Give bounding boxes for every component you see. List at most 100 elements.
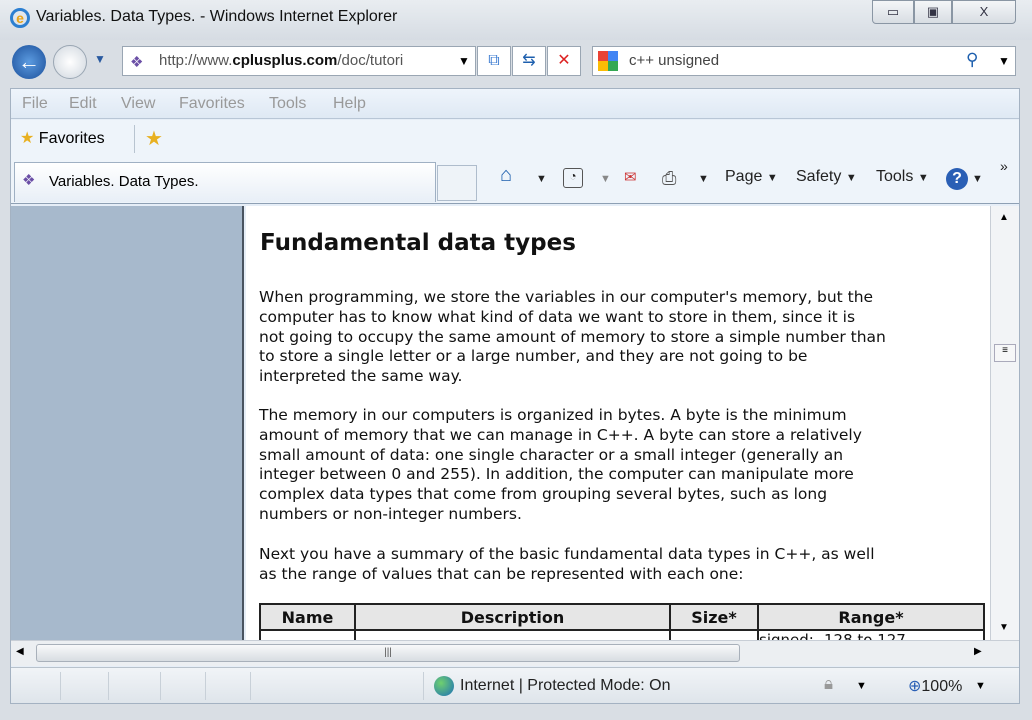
search-icon[interactable]: ⚲ [966,50,978,70]
text-line: integer between 0 and 255). In addition,… [259,465,854,484]
help-dropdown[interactable]: ▼ [972,173,983,185]
zoom-level-button[interactable]: ⊕100% [908,676,962,696]
protected-mode-dropdown[interactable]: ▼ [856,680,867,692]
google-logo-icon [598,51,618,71]
scroll-up-arrow[interactable]: ▲ [999,212,1009,223]
page-heading: Fundamental data types [260,230,576,256]
search-input[interactable]: c++ unsigned [592,46,1016,76]
menu-tools[interactable]: Tools [269,95,306,113]
text-line: to store a single letter or a large numb… [259,347,808,366]
search-options-dropdown[interactable]: ▼ [998,54,1010,68]
tab-favicon-icon: ❖ [22,172,36,189]
table-cell [259,629,356,640]
tab-variables-data-types[interactable]: Variables. Data Types. [14,162,436,202]
add-to-favorites-bar-icon[interactable]: ★ [145,126,163,151]
minimize-button[interactable]: ▭ [872,0,914,24]
scroll-left-arrow[interactable]: ◀ [16,646,24,657]
back-button[interactable]: ← [12,45,46,79]
menu-bar [11,89,1019,119]
table-cell-range: signed: -128 to 127 [757,629,985,640]
divider [60,672,61,700]
address-bar[interactable]: http://www.cplusplus.com/doc/tutori [122,46,476,76]
table-cell [669,629,759,640]
search-value: c++ unsigned [629,52,720,69]
page-sidebar [11,206,244,640]
new-tab-button[interactable] [437,165,477,201]
divider [205,672,206,700]
zoom-icon: ⊕ [908,678,922,695]
text-line: interpreted the same way. [259,367,463,386]
address-dropdown[interactable]: ▼ [458,54,470,68]
help-icon[interactable]: ? [946,168,968,190]
print-dropdown[interactable]: ▼ [698,173,709,185]
page-label: Page [725,168,763,185]
security-zone-status[interactable]: Internet | Protected Mode: On [460,677,671,695]
home-dropdown[interactable]: ▼ [536,173,547,185]
print-icon[interactable]: ⎙ [662,168,676,189]
page-menu[interactable]: Page ▼ [725,168,778,186]
maximize-button[interactable]: ▣ [914,0,952,24]
zoom-value: 100% [921,678,963,695]
scroll-right-arrow[interactable]: ▶ [974,646,982,657]
window-title: Variables. Data Types. - Windows Interne… [36,8,398,25]
ie-logo-icon: e [10,8,30,28]
text-line: When programming, we store the variables… [259,288,874,306]
text-line: Next you have a summary of the basic fun… [259,545,875,563]
compatibility-view-button[interactable]: ⧉ [477,46,511,76]
safety-label: Safety [796,168,842,185]
favorites-label: Favorites [38,130,105,147]
text-line: The memory in our computers is organized… [259,406,847,424]
column-header-size: Size* [669,603,759,631]
vertical-scrollbar[interactable]: ▲ ≡ ▼ [990,206,1019,640]
table-cell [354,629,671,640]
globe-icon [434,676,454,696]
more-commands-chevron[interactable]: » [1000,158,1008,174]
column-header-range: Range* [757,603,985,631]
text-line: complex data types that come from groupi… [259,485,828,504]
star-icon: ★ [20,130,35,147]
recent-pages-dropdown[interactable]: ▼ [94,52,106,66]
menu-edit[interactable]: Edit [69,95,97,113]
text-line: numbers or non-integer numbers. [259,504,522,523]
close-button[interactable]: X [952,0,1016,24]
paragraph-1: When programming, we store the variables… [259,288,886,387]
menu-favorites[interactable]: Favorites [179,95,245,113]
refresh-button[interactable]: ⇆ [512,46,546,76]
divider [250,672,251,700]
divider [134,125,135,153]
divider [423,672,424,700]
url-domain: cplusplus.com [232,52,338,69]
home-icon[interactable]: ⌂ [500,164,512,187]
favorites-button[interactable]: ★ Favorites [20,128,105,148]
text-line: small amount of data: one single charact… [259,445,844,464]
feeds-icon[interactable]: ◔ [563,168,583,188]
vertical-scroll-thumb[interactable]: ≡ [994,344,1016,362]
scroll-down-arrow[interactable]: ▼ [999,622,1009,633]
menu-view[interactable]: View [121,95,155,113]
page-content: Fundamental data types When programming,… [246,206,990,640]
read-mail-icon[interactable]: ✉ [624,168,637,186]
column-header-description: Description [354,603,671,631]
tools-label: Tools [876,168,914,185]
text-line: as the range of values that can be repre… [259,564,744,583]
data-types-table: Name Description Size* Range* signed: -1… [259,603,985,640]
menu-file[interactable]: File [22,95,48,113]
text-line: computer has to know what kind of data w… [259,307,856,326]
column-header-name: Name [259,603,356,631]
tools-menu[interactable]: Tools ▼ [876,168,929,186]
stop-button[interactable]: ✕ [547,46,581,76]
forward-button[interactable] [53,45,87,79]
text-line: not going to occupy the same amount of m… [259,327,886,346]
divider [108,672,109,700]
address-url: http://www.cplusplus.com/doc/tutori [159,52,404,69]
feeds-dropdown[interactable]: ▼ [600,173,611,185]
menu-help[interactable]: Help [333,95,366,113]
tab-label: Variables. Data Types. [49,173,199,190]
table-row: signed: -128 to 127 [259,629,985,640]
protected-mode-icon[interactable]: 🔒︎ [824,674,833,694]
paragraph-2: The memory in our computers is organized… [259,406,862,525]
text-line: amount of memory that we can manage in C… [259,425,862,444]
zoom-dropdown[interactable]: ▼ [975,680,986,692]
safety-menu[interactable]: Safety ▼ [796,168,857,186]
horizontal-scroll-thumb[interactable]: ||| [36,644,740,662]
